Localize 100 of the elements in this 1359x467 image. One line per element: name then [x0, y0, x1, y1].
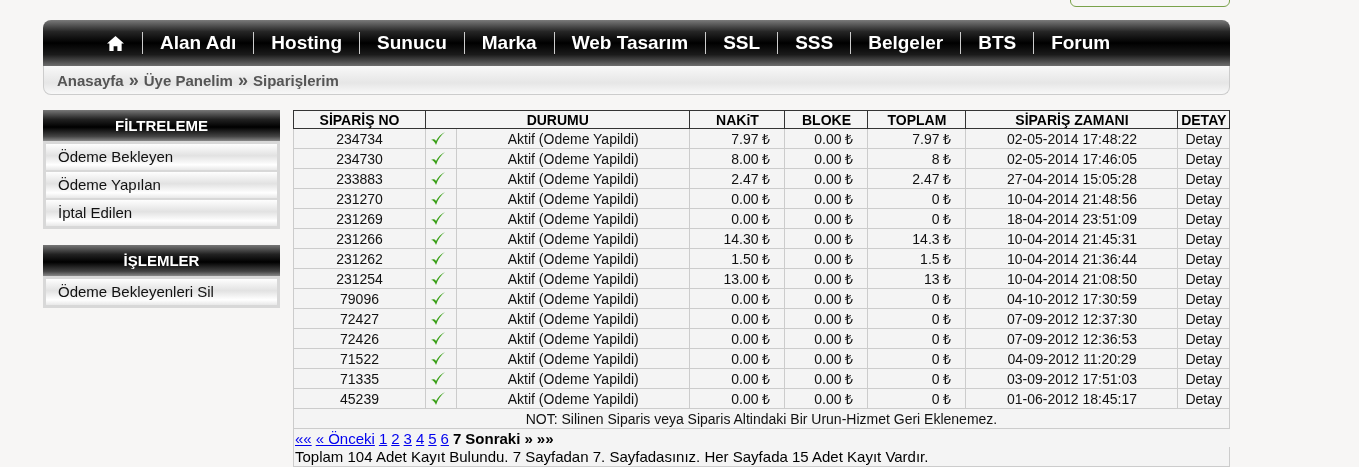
- table-cell: 231270: [293, 188, 426, 209]
- table-cell: 234730: [293, 148, 426, 169]
- table-cell: Aktif (Odeme Yapildi): [456, 328, 690, 349]
- page-link[interactable]: 5: [428, 430, 437, 447]
- page-link[interactable]: 6: [440, 430, 449, 447]
- nav-link[interactable]: Forum: [1034, 32, 1128, 54]
- table-cell: 2.47 ₺: [867, 168, 966, 189]
- table-cell: 0 ₺: [867, 328, 966, 349]
- breadcrumb-link[interactable]: Anasayfa: [57, 71, 124, 89]
- breadcrumb-separator: »: [128, 69, 139, 91]
- filter-item[interactable]: Ödeme Bekleyenleri Sil: [46, 279, 277, 305]
- table-cell: 10-04-2014 21:08:50: [965, 268, 1178, 289]
- table-cell: 79096: [293, 288, 426, 309]
- table-cell: 0.00 ₺: [784, 208, 868, 229]
- table-cell: 03-09-2012 17:51:03: [965, 368, 1178, 389]
- nav-link[interactable]: BTS: [961, 32, 1034, 54]
- table-cell: 27-04-2014 15:05:28: [965, 168, 1178, 189]
- nav-link[interactable]: Sunucu: [360, 32, 464, 54]
- nav-link[interactable]: Alan Adı: [143, 32, 254, 54]
- table-cell: 234734: [293, 128, 426, 149]
- detail-link[interactable]: Detay: [1177, 128, 1230, 149]
- detail-link[interactable]: Detay: [1177, 228, 1230, 249]
- table-cell: 72426: [293, 328, 426, 349]
- table-cell: 02-05-2014 17:46:05: [965, 148, 1178, 169]
- detail-link[interactable]: Detay: [1177, 168, 1230, 189]
- table-cell: 0 ₺: [867, 288, 966, 309]
- table-cell: Aktif (Odeme Yapildi): [456, 388, 690, 409]
- nav-link[interactable]: Web Tasarım: [554, 32, 706, 54]
- detail-link[interactable]: Detay: [1177, 348, 1230, 369]
- table-cell: 0.00 ₺: [784, 128, 868, 149]
- table-cell: 0.00 ₺: [784, 248, 868, 269]
- nav-link[interactable]: Marka: [464, 32, 554, 54]
- filter-item[interactable]: İptal Edilen: [46, 200, 277, 226]
- table-cell: 1.5 ₺: [867, 248, 966, 269]
- pager-text: Sonraki »: [465, 430, 533, 447]
- table-cell: 0.00 ₺: [689, 288, 785, 309]
- breadcrumb-link[interactable]: Siparişlerim: [252, 71, 339, 89]
- panel-heading: FİLTRELEME: [43, 110, 280, 141]
- detail-link[interactable]: Detay: [1177, 368, 1230, 389]
- table-cell: 14.3 ₺: [867, 228, 966, 249]
- home-icon[interactable]: [106, 34, 125, 52]
- table-cell: 0 ₺: [867, 188, 966, 209]
- column-header: NAKiT: [689, 110, 785, 129]
- panel-heading: İŞLEMLER: [43, 245, 280, 276]
- detail-link[interactable]: Detay: [1177, 388, 1230, 409]
- table-cell: Aktif (Odeme Yapildi): [456, 168, 690, 189]
- page-link[interactable]: 3: [403, 430, 412, 447]
- table-cell: 7.97 ₺: [689, 128, 785, 149]
- column-header: BLOKE: [784, 110, 868, 129]
- table-cell: Aktif (Odeme Yapildi): [456, 288, 690, 309]
- filter-item[interactable]: Ödeme Bekleyen: [46, 144, 277, 170]
- table-cell: 231266: [293, 228, 426, 249]
- detail-link[interactable]: Detay: [1177, 188, 1230, 209]
- pager-text: »»: [536, 430, 554, 447]
- page-link[interactable]: 1: [378, 430, 388, 447]
- table-cell: 8 ₺: [867, 148, 966, 169]
- column-header: SİPARİŞ NO: [293, 110, 426, 129]
- detail-link[interactable]: Detay: [1177, 248, 1230, 269]
- table-cell: 0.00 ₺: [784, 288, 868, 309]
- table-cell: Aktif (Odeme Yapildi): [456, 368, 690, 389]
- table-cell: 0.00 ₺: [784, 388, 868, 409]
- detail-link[interactable]: Detay: [1177, 328, 1230, 349]
- table-cell: 0.00 ₺: [689, 328, 785, 349]
- table-cell: 0.00 ₺: [784, 328, 868, 349]
- table-cell: 01-06-2012 18:45:17: [965, 388, 1178, 409]
- pager-link[interactable]: « Önceki: [315, 430, 375, 447]
- detail-link[interactable]: Detay: [1177, 268, 1230, 289]
- detail-link[interactable]: Detay: [1177, 148, 1230, 169]
- nav-link[interactable]: SSS: [778, 32, 851, 54]
- table-cell: 18-04-2014 23:51:09: [965, 208, 1178, 229]
- table-cell: 07-09-2012 12:36:53: [965, 328, 1178, 349]
- table-cell: 231254: [293, 268, 426, 289]
- detail-link[interactable]: Detay: [1177, 208, 1230, 229]
- nav-link[interactable]: Hosting: [254, 32, 360, 54]
- breadcrumb-link[interactable]: Üye Panelim: [143, 71, 233, 89]
- filter-item[interactable]: Ödeme Yapılan: [46, 172, 277, 198]
- table-cell: 13.00 ₺: [689, 268, 785, 289]
- pager-link[interactable]: ««: [295, 430, 312, 447]
- table-cell: 04-09-2012 11:20:29: [965, 348, 1178, 369]
- column-header: SİPARİŞ ZAMANI: [965, 110, 1178, 129]
- column-header: DURUMU: [425, 110, 690, 129]
- table-cell: Aktif (Odeme Yapildi): [456, 308, 690, 329]
- table-cell: 0.00 ₺: [784, 188, 868, 209]
- table-cell: Aktif (Odeme Yapildi): [456, 128, 690, 149]
- page-link[interactable]: 2: [391, 430, 400, 447]
- table-cell: 02-05-2014 17:48:22: [965, 128, 1178, 149]
- table-cell: Aktif (Odeme Yapildi): [456, 268, 690, 289]
- column-header: TOPLAM: [867, 110, 966, 129]
- page-link[interactable]: 4: [415, 430, 425, 447]
- nav-link[interactable]: Belgeler: [851, 32, 961, 54]
- table-cell: 233883: [293, 168, 426, 189]
- table-cell: Aktif (Odeme Yapildi): [456, 188, 690, 209]
- table-cell: 0.00 ₺: [689, 388, 785, 409]
- table-cell: 04-10-2012 17:30:59: [965, 288, 1178, 309]
- detail-link[interactable]: Detay: [1177, 308, 1230, 329]
- table-cell: 0 ₺: [867, 348, 966, 369]
- summary-text: Toplam 104 Adet Kayıt Bulundu. 7 Sayfadan 7. Sayfadasınız. Her Sayfada 15 Adet Kayıt Vardır.: [293, 447, 1230, 467]
- detail-link[interactable]: Detay: [1177, 288, 1230, 309]
- nav-link[interactable]: SSL: [706, 32, 778, 54]
- table-cell: 0.00 ₺: [784, 168, 868, 189]
